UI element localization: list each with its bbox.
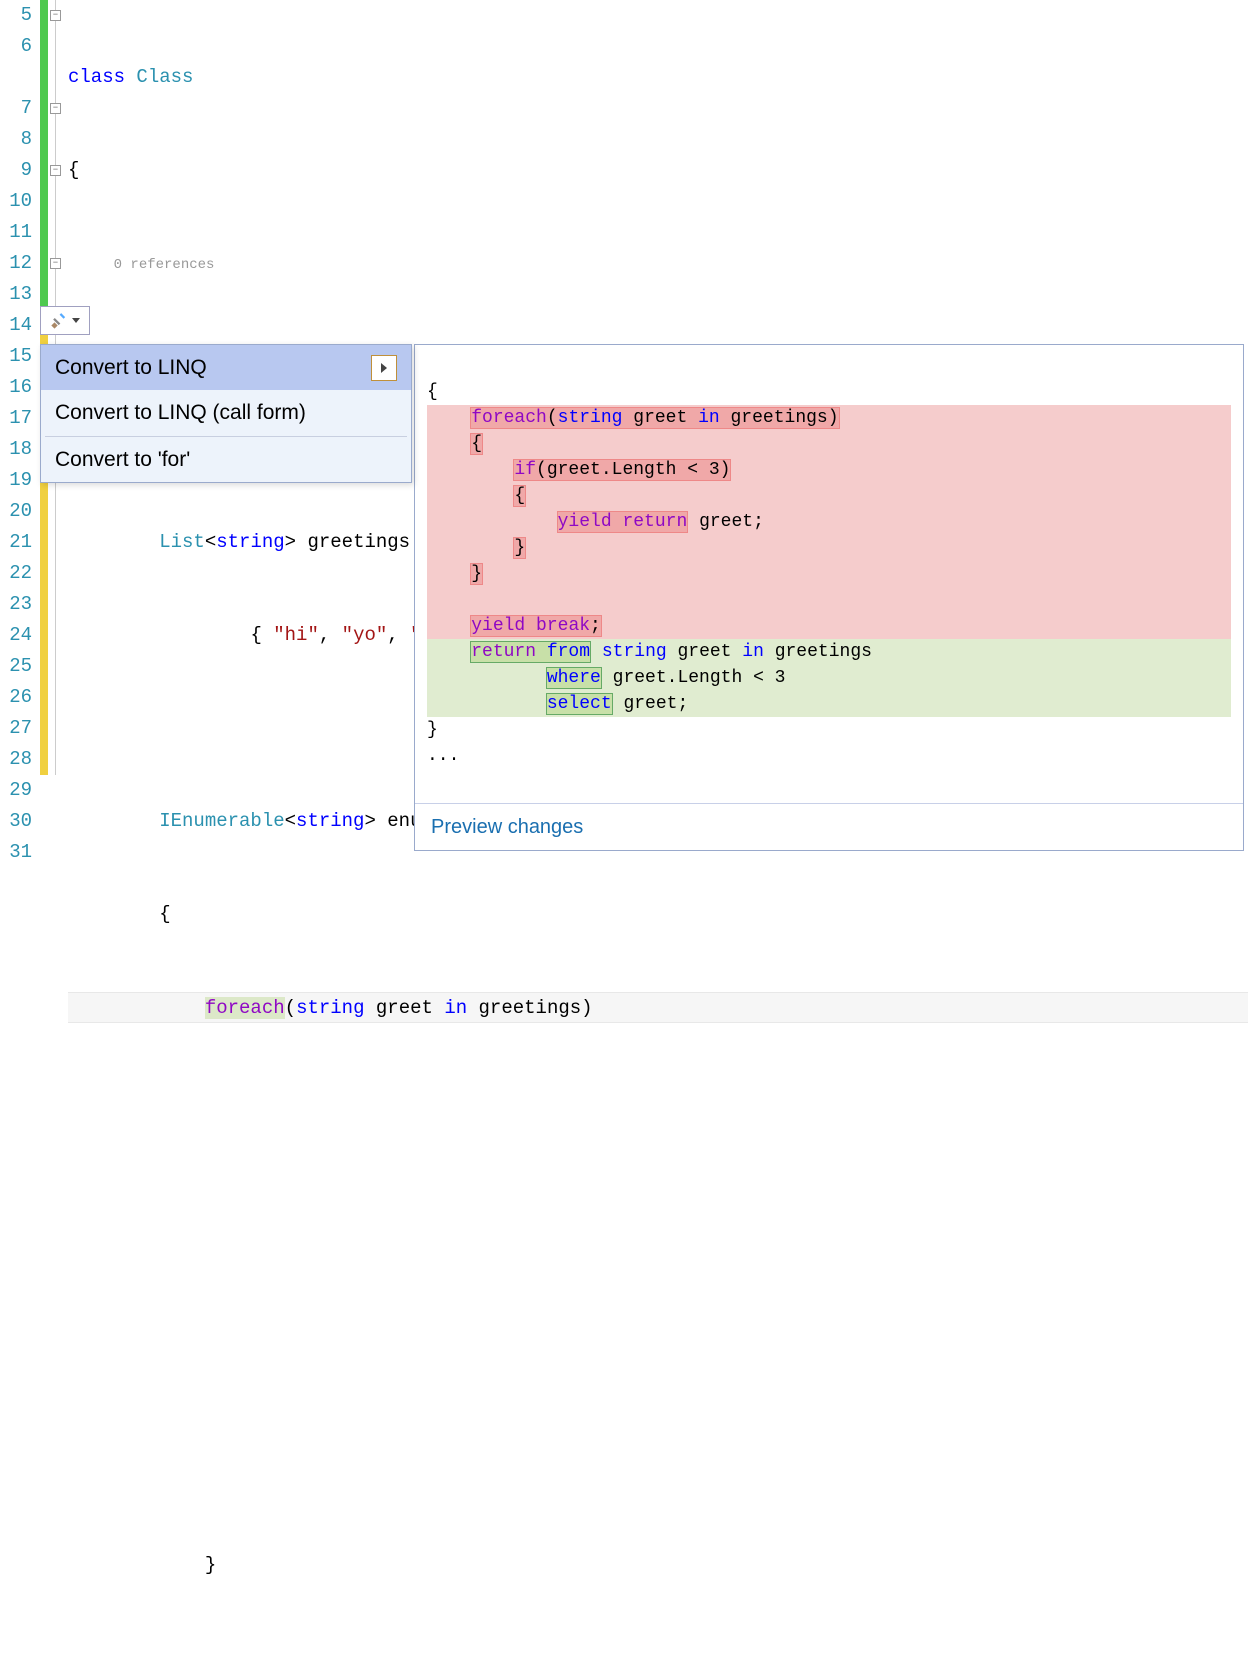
line-number-gutter: 5 6 7 8 9 10 11 12 13 14 15 16 17 18 19 … — [0, 0, 40, 837]
submenu-arrow-button[interactable] — [371, 355, 397, 381]
menu-item-label: Convert to 'for' — [55, 445, 190, 474]
quick-actions-button[interactable] — [40, 306, 90, 335]
preview-changes-link[interactable]: Preview changes — [415, 803, 1243, 850]
fold-toggle[interactable]: − — [50, 10, 61, 21]
fold-toggle[interactable]: − — [50, 165, 61, 176]
preview-changes-pane: { foreach(string greet in greetings) { i… — [414, 344, 1244, 851]
menu-item-convert-linq[interactable]: Convert to LINQ — [41, 345, 411, 390]
diff-preview: { foreach(string greet in greetings) { i… — [415, 345, 1243, 803]
menu-item-convert-linq-call[interactable]: Convert to LINQ (call form) — [41, 390, 411, 435]
menu-item-label: Convert to LINQ (call form) — [55, 398, 306, 427]
quick-actions-menu: Convert to LINQ Convert to LINQ (call fo… — [40, 344, 412, 483]
screwdriver-icon — [50, 312, 68, 330]
chevron-right-icon — [381, 363, 387, 373]
menu-item-convert-for[interactable]: Convert to 'for' — [41, 437, 411, 482]
chevron-down-icon — [72, 318, 80, 323]
menu-item-label: Convert to LINQ — [55, 353, 207, 382]
fold-toggle[interactable]: − — [50, 258, 61, 269]
fold-toggle[interactable]: − — [50, 103, 61, 114]
codelens-references[interactable]: 0 references — [114, 257, 215, 273]
